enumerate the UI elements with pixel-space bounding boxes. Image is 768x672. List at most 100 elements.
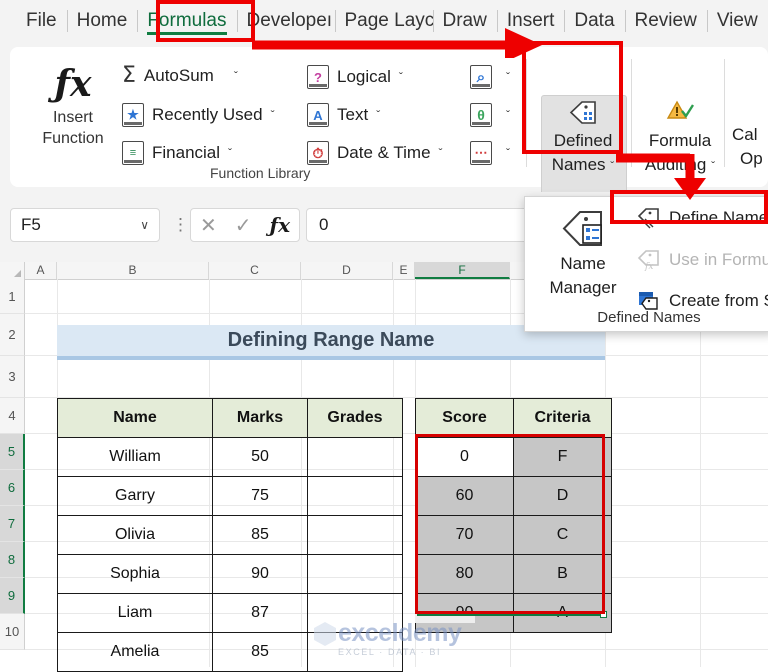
tab-review[interactable]: Review	[624, 0, 707, 42]
tab-file[interactable]: File	[0, 0, 67, 42]
table-row: 0 F	[415, 437, 612, 477]
fill-handle[interactable]	[600, 611, 607, 618]
recently-used-button[interactable]: ★ Recently Used ˇ	[122, 103, 275, 127]
cell-grades[interactable]	[307, 515, 403, 555]
chevron-down-icon[interactable]: ˇ	[376, 108, 380, 122]
column-header-e[interactable]: E	[393, 262, 415, 279]
tab-view[interactable]: View	[706, 0, 768, 42]
cell-criteria[interactable]: F	[513, 437, 612, 477]
cell-score[interactable]: 60	[415, 476, 514, 516]
column-header-d[interactable]: D	[301, 262, 393, 279]
cell-score-active[interactable]: 0	[415, 437, 514, 477]
name-box[interactable]: F5 ∨	[10, 208, 160, 242]
row-header-10[interactable]: 10	[0, 614, 25, 650]
column-header-a[interactable]: A	[25, 262, 57, 279]
cell-name[interactable]: William	[57, 437, 213, 477]
lookup-reference-button[interactable]: ⌕ ˇ	[470, 65, 510, 89]
autosum-label: AutoSum	[143, 66, 214, 85]
cell-marks[interactable]: 90	[212, 554, 308, 594]
row-header-9[interactable]: 9	[0, 578, 25, 614]
cell-score[interactable]: 70	[415, 515, 514, 555]
cancel-icon[interactable]: ✕	[200, 213, 217, 238]
chevron-down-icon[interactable]: ˇ	[439, 146, 443, 160]
cell-grades[interactable]	[307, 593, 403, 633]
calculation-options-button[interactable]: Cal Op	[732, 123, 768, 171]
autosum-button[interactable]: Σ AutoSum ˇ	[122, 65, 238, 87]
chevron-down-icon[interactable]: ˇ	[506, 70, 510, 84]
chevron-down-icon[interactable]: ˇ	[228, 146, 232, 160]
row-header-1[interactable]: 1	[0, 279, 25, 314]
cell-marks[interactable]: 85	[212, 632, 308, 672]
chevron-down-icon[interactable]: ˇ	[610, 159, 614, 173]
row-header-4[interactable]: 4	[0, 398, 25, 434]
row-header-6[interactable]: 6	[0, 470, 25, 506]
formula-auditing-button[interactable]: Formula Auditing ˇ	[638, 99, 722, 178]
math-trig-button[interactable]: θ ˇ	[470, 103, 510, 127]
header-marks[interactable]: Marks	[212, 398, 308, 438]
insert-function-button[interactable]: ƒx Insert Function	[32, 61, 114, 149]
logical-button[interactable]: ? Logical ˇ	[307, 65, 403, 89]
header-score[interactable]: Score	[415, 398, 514, 438]
recently-used-label: Recently Used	[152, 105, 263, 124]
select-all-corner[interactable]	[0, 262, 25, 279]
cell-grades[interactable]	[307, 632, 403, 672]
column-header-c[interactable]: C	[209, 262, 301, 279]
text-button[interactable]: A Text ˇ	[307, 103, 380, 127]
define-name-menu-item[interactable]: Define Name	[637, 207, 768, 229]
cell-score[interactable]: 80	[415, 554, 514, 594]
cell-marks[interactable]: 85	[212, 515, 308, 555]
tab-developer[interactable]: Developeı	[236, 0, 335, 42]
date-time-button[interactable]: ⏱ Date & Time ˇ	[307, 141, 443, 165]
financial-button[interactable]: ≡ Financial ˇ	[122, 141, 232, 165]
formula-input-value: 0	[319, 215, 329, 234]
cell-grades[interactable]	[307, 476, 403, 516]
cell-name[interactable]: Amelia	[57, 632, 213, 672]
tab-home[interactable]: Home	[66, 0, 138, 42]
row-header-8[interactable]: 8	[0, 542, 25, 578]
insert-function-icon[interactable]: ƒx	[269, 213, 290, 237]
chevron-down-icon[interactable]: ˇ	[234, 69, 238, 83]
enter-icon[interactable]: ✓	[235, 213, 252, 238]
row-header-5[interactable]: 5	[0, 434, 25, 470]
tab-page-layout[interactable]: Page Layc	[334, 0, 433, 42]
chevron-down-icon[interactable]: ∨	[140, 218, 149, 232]
chevron-down-icon[interactable]: ˇ	[271, 108, 275, 122]
row-header-3[interactable]: 3	[0, 356, 25, 398]
cell-grades[interactable]	[307, 554, 403, 594]
merged-title-cell[interactable]: Defining Range Name	[57, 325, 605, 360]
header-criteria[interactable]: Criteria	[513, 398, 612, 438]
cell-marks[interactable]: 87	[212, 593, 308, 633]
table-header-row: Score Criteria	[415, 398, 612, 438]
cell-criteria[interactable]: C	[513, 515, 612, 555]
chevron-down-icon[interactable]: ˇ	[399, 70, 403, 84]
more-functions-button[interactable]: ⋯ ˇ	[470, 141, 510, 165]
cell-marks[interactable]: 50	[212, 437, 308, 477]
header-name[interactable]: Name	[57, 398, 213, 438]
cell-criteria[interactable]: D	[513, 476, 612, 516]
cell-marks[interactable]: 75	[212, 476, 308, 516]
header-grades[interactable]: Grades	[307, 398, 403, 438]
grade-criteria-table: Score Criteria 0 F 60 D 70 C 80 B 90 A	[415, 398, 612, 633]
column-header-f[interactable]: F	[415, 262, 510, 279]
cell-criteria[interactable]: B	[513, 554, 612, 594]
name-manager-button[interactable]: Name Manager	[535, 207, 631, 300]
chevron-down-icon[interactable]: ˇ	[506, 108, 510, 122]
formula-bar-grip[interactable]: ⋮	[172, 216, 189, 234]
use-in-formula-menu-item: fx Use in Formula	[637, 249, 768, 271]
tab-insert[interactable]: Insert	[496, 0, 565, 42]
column-header-b[interactable]: B	[57, 262, 209, 279]
cell-name[interactable]: Olivia	[57, 515, 213, 555]
cell-name[interactable]: Garry	[57, 476, 213, 516]
row-header-2[interactable]: 2	[0, 314, 25, 356]
tab-draw-label: Draw	[442, 10, 487, 31]
tab-formulas[interactable]: Formulas	[137, 0, 236, 42]
cell-name[interactable]: Liam	[57, 593, 213, 633]
cell-name[interactable]: Sophia	[57, 554, 213, 594]
tab-data[interactable]: Data	[564, 0, 624, 42]
cell-grades[interactable]	[307, 437, 403, 477]
defined-names-button-content[interactable]: Defined Names ˇ	[541, 99, 625, 178]
chevron-down-icon[interactable]: ˇ	[711, 159, 715, 173]
row-header-7[interactable]: 7	[0, 506, 25, 542]
chevron-down-icon[interactable]: ˇ	[506, 146, 510, 160]
tab-draw[interactable]: Draw	[432, 0, 497, 42]
